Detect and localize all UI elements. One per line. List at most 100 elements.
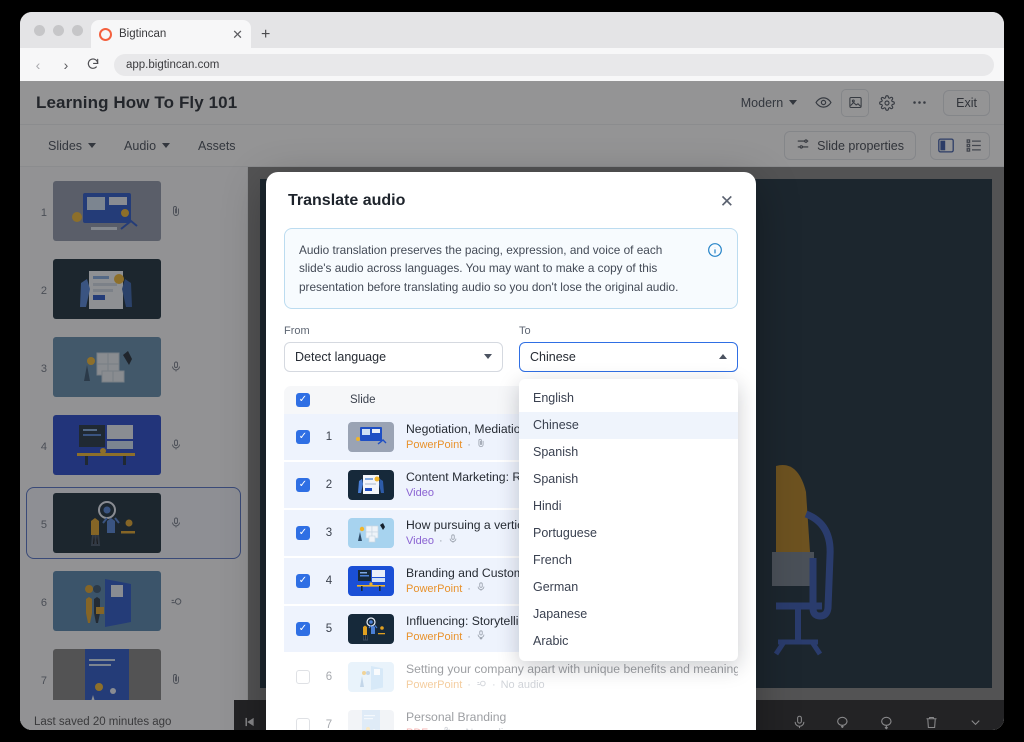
reload-icon[interactable] xyxy=(86,57,102,73)
to-language-group: To Chinese English Chinese Spanish Spani… xyxy=(519,324,738,661)
row-thumbnail xyxy=(348,517,394,548)
row-kind: PowerPoint xyxy=(406,631,463,644)
microphone-icon xyxy=(476,582,486,597)
row-thumbnail xyxy=(348,421,394,452)
row-thumbnail xyxy=(348,565,394,596)
row-title: Personal Branding xyxy=(406,710,507,725)
row-title: Influencing: Storytelling xyxy=(406,614,533,629)
from-language-value: Detect language xyxy=(295,349,387,364)
row-title: Content Marketing: ROI xyxy=(406,470,535,485)
language-option-chinese[interactable]: Chinese xyxy=(519,411,738,439)
row-kind: PowerPoint xyxy=(406,583,463,596)
url-input[interactable]: app.bigtincan.com xyxy=(114,53,994,76)
info-banner-text: Audio translation preserves the pacing, … xyxy=(299,243,679,294)
browser-url-bar: ‹ › app.bigtincan.com xyxy=(20,48,1004,81)
meta-separator: · xyxy=(491,679,496,692)
meta-separator: · xyxy=(467,679,471,692)
browser-tab-strip: Bigtincan ✕ + xyxy=(20,12,1004,48)
meta-separator: · xyxy=(467,439,471,452)
audio-wave-icon xyxy=(476,678,487,694)
row-number: 3 xyxy=(325,526,333,539)
row-title: Setting your company apart with unique b… xyxy=(406,661,738,676)
chevron-up-icon xyxy=(719,354,727,360)
from-language-group: From Detect language xyxy=(284,325,503,372)
row-kind: PowerPoint xyxy=(406,679,463,692)
language-selectors: From Detect language To Chinese English … xyxy=(266,309,756,661)
maximize-window-button[interactable] xyxy=(72,24,83,36)
row-checkbox[interactable]: ✓ xyxy=(296,621,310,636)
forward-button[interactable]: › xyxy=(58,57,74,73)
row-no-audio: No audio xyxy=(465,726,509,730)
dialog-header: Translate audio ✕ xyxy=(266,172,756,216)
close-tab-icon[interactable]: ✕ xyxy=(232,28,243,41)
close-window-button[interactable] xyxy=(34,24,45,36)
row-checkbox[interactable]: ✓ xyxy=(296,477,310,492)
from-language-select[interactable]: Detect language xyxy=(284,341,503,372)
info-banner: Audio translation preserves the pacing, … xyxy=(284,228,738,309)
bigtincan-favicon-icon xyxy=(99,27,112,41)
row-kind: PowerPoint xyxy=(406,439,463,452)
row-text: Personal Branding PDF · · No audio xyxy=(406,708,726,730)
meta-separator: · xyxy=(433,726,437,730)
language-dropdown-list[interactable]: English Chinese Spanish Spanish Hindi Po… xyxy=(519,378,738,661)
to-language-select[interactable]: Chinese xyxy=(519,341,738,372)
language-option-spanish-1[interactable]: Spanish xyxy=(519,439,738,466)
meta-separator: · xyxy=(467,631,471,644)
app-viewport: Learning How To Fly 101 Modern xyxy=(20,81,1004,730)
row-thumbnail xyxy=(348,709,394,730)
row-thumbnail xyxy=(348,613,394,644)
row-number: 2 xyxy=(325,478,333,491)
row-kind: PDF xyxy=(406,726,428,730)
translate-audio-dialog: Translate audio ✕ Audio translation pres… xyxy=(266,172,756,730)
language-option-french[interactable]: French xyxy=(519,547,738,574)
attachment-icon xyxy=(476,438,486,453)
column-header-slide: Slide xyxy=(350,393,376,406)
record-audio-icon xyxy=(476,630,486,645)
row-number: 1 xyxy=(325,430,333,443)
to-language-value: Chinese xyxy=(530,349,576,364)
microphone-icon xyxy=(448,534,458,549)
row-checkbox[interactable]: ✓ xyxy=(296,429,310,444)
language-option-japanese[interactable]: Japanese xyxy=(519,601,738,628)
meta-separator: · xyxy=(457,726,461,730)
chevron-down-icon xyxy=(484,354,492,360)
row-checkbox[interactable]: ✓ xyxy=(296,525,310,540)
attachment-icon xyxy=(442,726,452,730)
row-thumbnail xyxy=(348,469,394,500)
language-option-spanish-2[interactable]: Spanish xyxy=(519,466,738,493)
table-row[interactable]: 7 Personal Branding PDF · · xyxy=(284,701,738,730)
row-meta: PowerPoint · · No audio xyxy=(406,678,726,694)
row-thumbnail xyxy=(348,661,394,692)
dialog-title: Translate audio xyxy=(288,192,406,209)
row-text: Setting your company apart with unique b… xyxy=(406,660,738,694)
new-tab-button[interactable]: + xyxy=(261,27,270,43)
minimize-window-button[interactable] xyxy=(53,24,64,36)
back-button[interactable]: ‹ xyxy=(30,57,46,73)
close-icon[interactable]: ✕ xyxy=(720,193,734,210)
row-number: 4 xyxy=(325,574,333,587)
language-option-german[interactable]: German xyxy=(519,574,738,601)
meta-separator: · xyxy=(438,535,443,548)
info-icon xyxy=(707,242,723,263)
select-all-checkbox[interactable]: ✓ xyxy=(296,392,310,407)
row-checkbox[interactable]: ✓ xyxy=(296,573,310,588)
row-kind: Video xyxy=(406,487,434,500)
row-checkbox[interactable] xyxy=(296,717,310,730)
row-checkbox[interactable] xyxy=(296,669,310,684)
language-option-arabic[interactable]: Arabic xyxy=(519,628,738,655)
row-meta: PDF · · No audio xyxy=(406,726,726,730)
to-label: To xyxy=(519,324,531,337)
browser-window: Bigtincan ✕ + ‹ › app.bigtincan.com Lear… xyxy=(20,12,1004,730)
language-option-portuguese[interactable]: Portuguese xyxy=(519,520,738,547)
browser-tab-title: Bigtincan xyxy=(119,28,167,40)
language-option-hindi[interactable]: Hindi xyxy=(519,493,738,520)
row-number: 7 xyxy=(325,718,333,730)
browser-tab[interactable]: Bigtincan ✕ xyxy=(91,20,251,48)
row-number: 6 xyxy=(325,670,333,683)
row-kind: Video xyxy=(406,535,434,548)
from-label: From xyxy=(284,324,310,337)
row-no-audio: No audio xyxy=(500,679,545,692)
row-number: 5 xyxy=(325,622,333,635)
window-traffic-lights xyxy=(30,12,91,48)
language-option-english[interactable]: English xyxy=(519,385,738,412)
